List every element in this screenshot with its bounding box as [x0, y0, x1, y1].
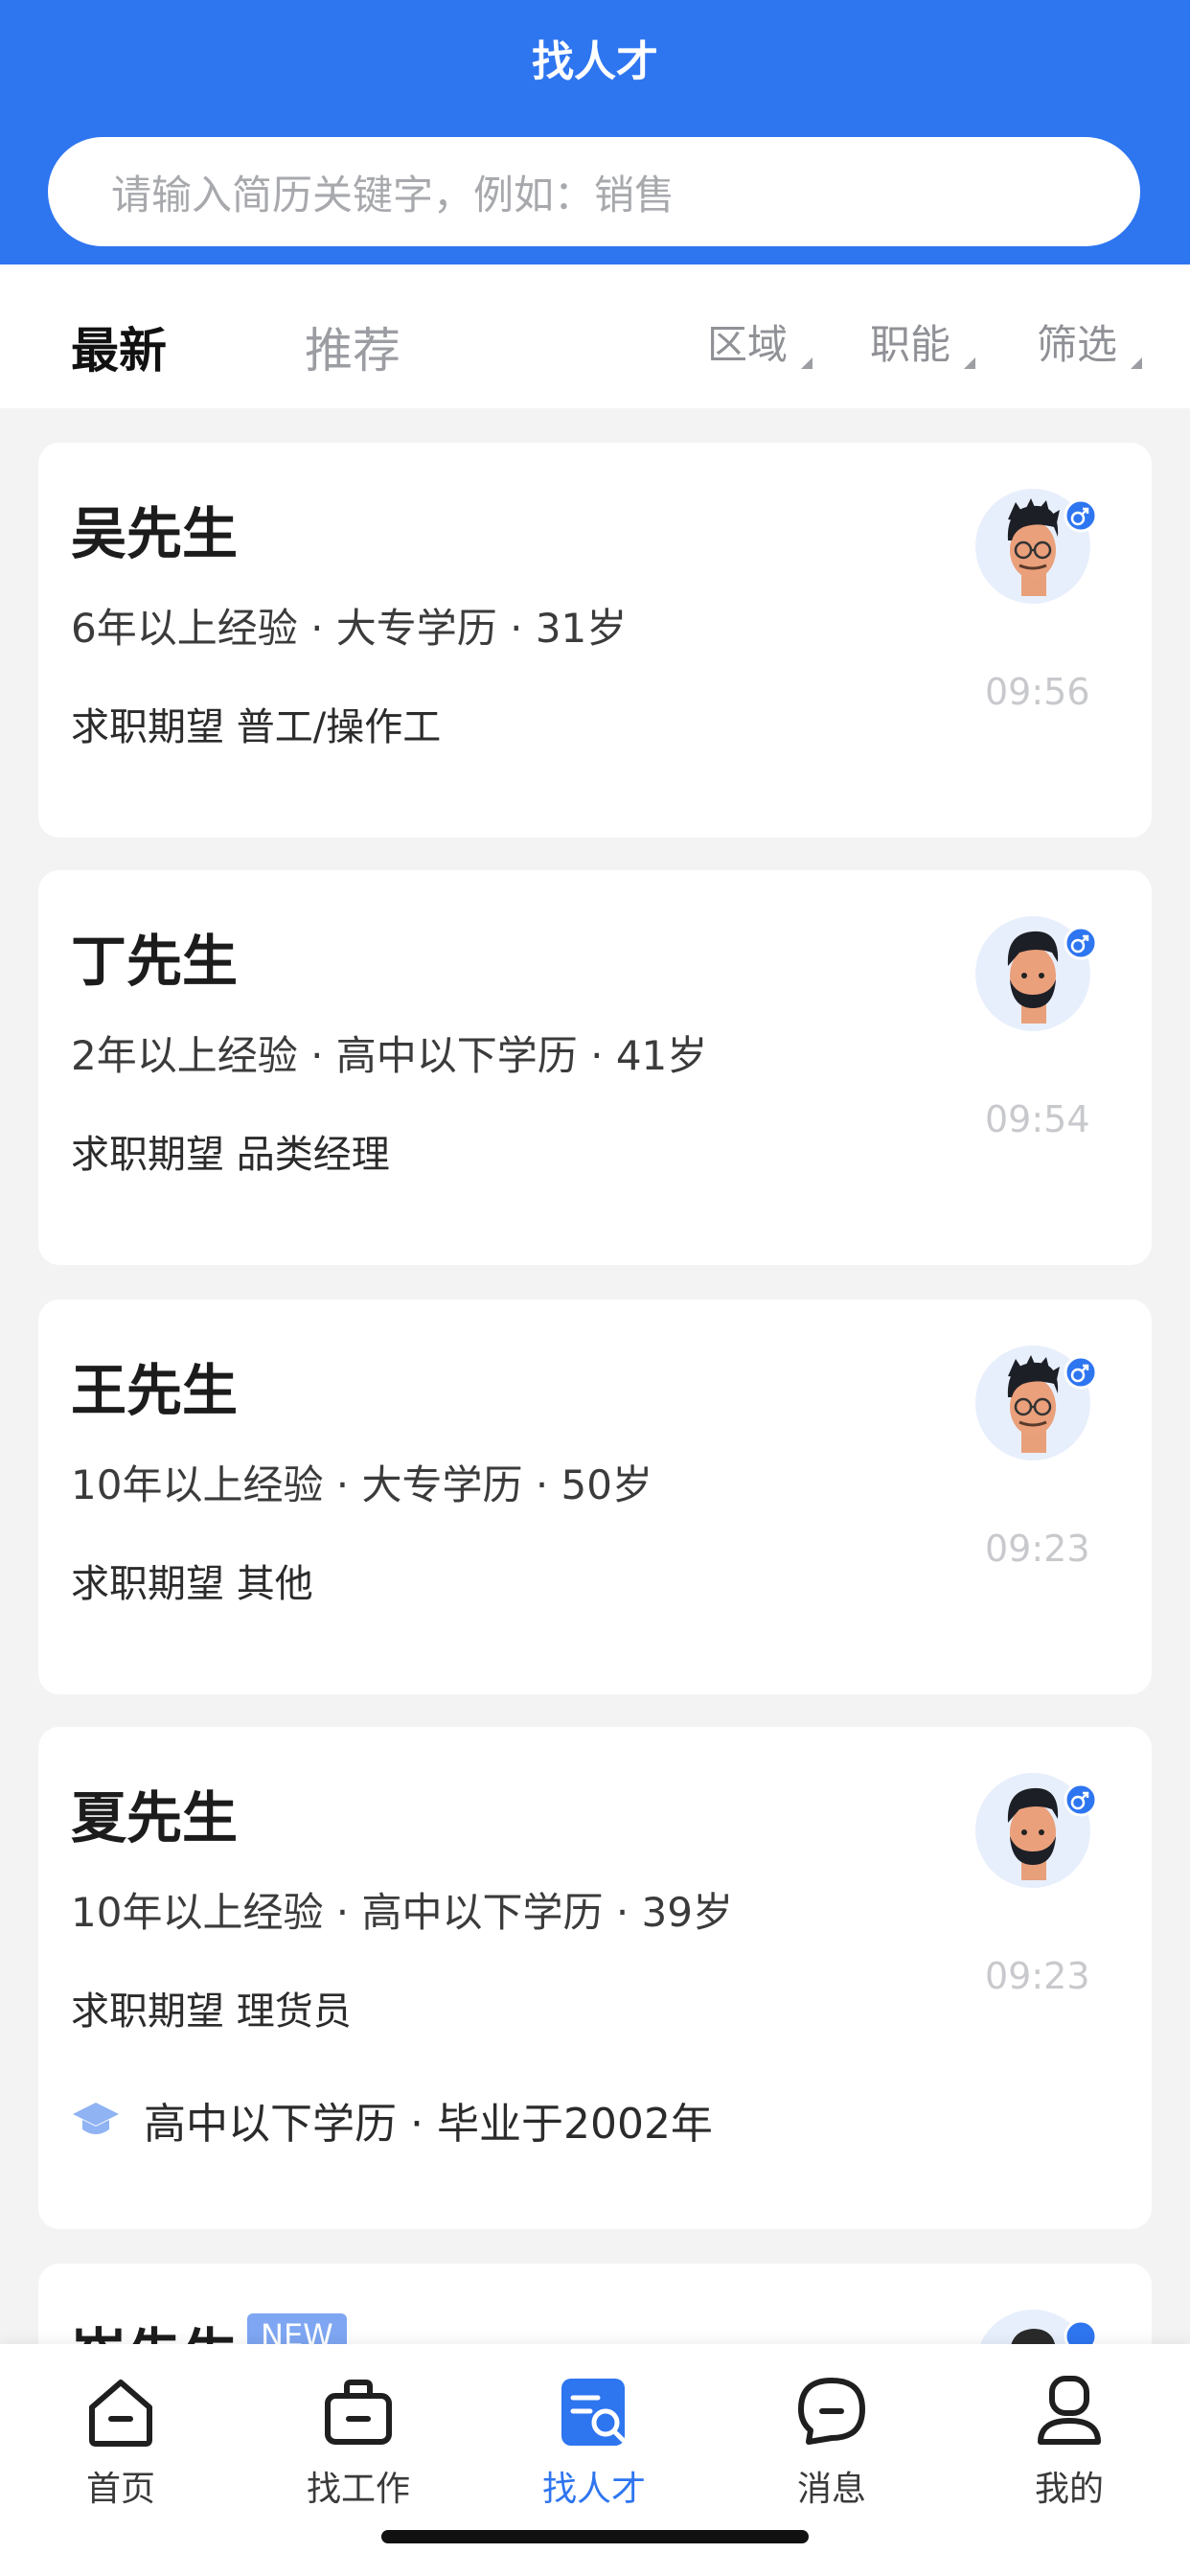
graduation-cap-icon — [73, 2103, 119, 2134]
tab-home-label: 首页 — [85, 2470, 155, 2509]
filter-function-dropdown[interactable]: 职能 — [870, 312, 976, 371]
home-icon — [89, 2380, 152, 2447]
education-text: 高中以下学历 · 毕业于2002年 — [144, 2100, 713, 2149]
home-indicator — [381, 2530, 809, 2543]
talent-search-icon — [561, 2379, 626, 2446]
message-icon — [798, 2378, 865, 2445]
candidate-job-expectation: 求职期望 品类经理 — [71, 1133, 390, 1177]
tab-latest[interactable]: 最新 — [71, 312, 167, 381]
filter-more-label: 筛选 — [1037, 321, 1118, 368]
tab-find-job[interactable]: 找工作 — [291, 2371, 425, 2511]
filter-bar: 最新 推荐 区域 职能 筛选 — [0, 264, 1190, 408]
search-input[interactable]: 请输入简历关键字，例如：销售 — [48, 137, 1140, 246]
candidate-meta: 10年以上经验 · 大专学历 · 50岁 — [71, 1461, 652, 1508]
filter-area-label: 区域 — [707, 321, 789, 368]
candidate-time: 09:56 — [985, 671, 1090, 713]
candidate-time: 09:23 — [985, 1528, 1090, 1570]
filter-area-dropdown[interactable]: 区域 — [707, 312, 813, 371]
filter-more-dropdown[interactable]: 筛选 — [1037, 312, 1143, 371]
briefcase-icon — [325, 2380, 392, 2445]
tab-messages[interactable]: 消息 — [765, 2371, 899, 2511]
header-bar: 找人才 请输入简历关键字，例如：销售 — [0, 0, 1190, 264]
avatar — [975, 916, 1098, 1031]
tab-find-talent-label: 找人才 — [541, 2470, 646, 2509]
candidate-card[interactable]: 吴先生 6年以上经验 · 大专学历 · 31岁 求职期望 普工/操作工 09:5… — [38, 443, 1152, 838]
dropdown-triangle-icon — [964, 357, 976, 369]
candidate-name: 王先生 — [71, 1358, 239, 1423]
dropdown-triangle-icon — [801, 357, 813, 369]
profile-icon — [1038, 2376, 1101, 2445]
search-placeholder: 请输入简历关键字，例如：销售 — [111, 171, 675, 218]
candidate-card[interactable]: 王先生 10年以上经验 · 大专学历 · 50岁 求职期望 其他 09:23 — [38, 1300, 1152, 1694]
candidate-card[interactable]: 夏先生 10年以上经验 · 高中以下学历 · 39岁 求职期望 理货员 09:2… — [38, 1727, 1152, 2229]
page-title: 找人才 — [532, 37, 658, 86]
candidate-meta: 2年以上经验 · 高中以下学历 · 41岁 — [71, 1032, 708, 1079]
candidate-name: 吴先生 — [71, 501, 239, 566]
candidate-meta: 6年以上经验 · 大专学历 · 31岁 — [71, 605, 628, 652]
candidate-meta: 10年以上经验 · 高中以下学历 · 39岁 — [71, 1889, 733, 1936]
filter-function-label: 职能 — [870, 321, 951, 368]
candidate-job-expectation: 求职期望 理货员 — [71, 1990, 352, 2034]
dropdown-triangle-icon — [1131, 357, 1143, 369]
avatar — [975, 1773, 1098, 1888]
tab-find-talent[interactable]: 找人才 — [527, 2371, 661, 2511]
candidate-name: 夏先生 — [71, 1785, 239, 1851]
tab-recommend[interactable]: 推荐 — [305, 312, 400, 381]
candidate-job-expectation: 求职期望 其他 — [71, 1562, 313, 1606]
candidate-time: 09:23 — [985, 1955, 1090, 1997]
tab-profile-label: 我的 — [1034, 2470, 1104, 2509]
avatar — [975, 1346, 1098, 1460]
tab-home[interactable]: 首页 — [54, 2371, 188, 2511]
tab-messages-label: 消息 — [796, 2470, 866, 2509]
tab-find-job-label: 找工作 — [306, 2470, 410, 2509]
tab-profile[interactable]: 我的 — [1002, 2371, 1136, 2511]
candidate-job-expectation: 求职期望 普工/操作工 — [71, 705, 442, 749]
candidate-card[interactable]: 丁先生 2年以上经验 · 高中以下学历 · 41岁 求职期望 品类经理 09:5… — [38, 870, 1152, 1265]
avatar — [975, 489, 1098, 604]
education-line: 高中以下学历 · 毕业于2002年 — [71, 2089, 713, 2150]
candidate-time: 09:54 — [985, 1098, 1090, 1140]
candidate-name: 丁先生 — [71, 929, 239, 994]
